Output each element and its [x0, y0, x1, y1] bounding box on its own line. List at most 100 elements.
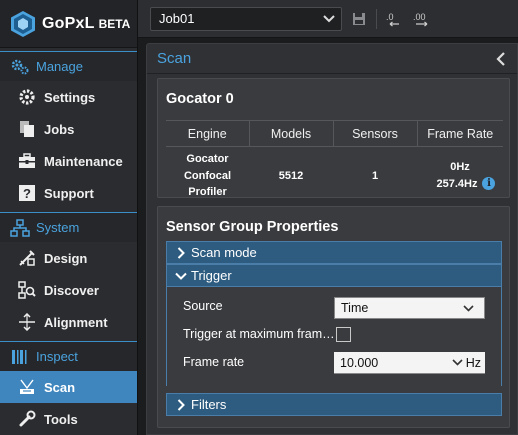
frame-rate-label: Frame rate — [183, 355, 245, 369]
inspect-icon — [10, 348, 30, 366]
sidebar-item-label: Design — [44, 250, 88, 266]
brand: GoPxL BETA — [0, 0, 137, 48]
topbar: Job01 .0 .00 — [138, 0, 518, 38]
discover-icon — [18, 281, 36, 299]
svg-text:?: ? — [23, 186, 31, 201]
accordion-trigger[interactable]: Trigger — [166, 264, 502, 287]
gears-icon — [10, 58, 30, 76]
max-frame-rate-label: Trigger at maximum fram… — [183, 327, 335, 341]
sidebar-item-discover[interactable]: Discover — [0, 274, 137, 306]
sidebar-item-label: Scan — [44, 379, 76, 395]
toolbox-icon — [18, 152, 36, 170]
sidebar-item-label: Alignment — [44, 314, 108, 330]
models-cell: 5512 — [278, 169, 304, 182]
wrench-icon — [18, 410, 36, 428]
column-header: Engine — [166, 120, 249, 147]
sidebar-item-maintenance[interactable]: Maintenance — [0, 145, 137, 177]
frame-rate-cell: 0Hz 257.4Hz i — [417, 147, 503, 205]
sidebar-item-design[interactable]: Design — [0, 242, 137, 274]
device-table: Engine Models Sensors Frame Rate Gocator… — [166, 120, 503, 205]
help-icon: ? — [18, 184, 36, 202]
frame-rate-unit: Hz — [465, 355, 481, 370]
chevron-right-icon — [175, 398, 187, 411]
sidebar-item-scan[interactable]: Scan — [0, 371, 137, 403]
frame-rate-value: 10.000 — [340, 355, 379, 370]
frame-rate-input[interactable]: 10.000 Hz — [334, 352, 485, 374]
scan-icon — [18, 378, 36, 396]
sidebar-item-label: Jobs — [44, 121, 75, 137]
column-header: Frame Rate — [416, 120, 503, 147]
device-table-header: Engine Models Sensors Frame Rate — [166, 120, 503, 147]
sidebar-item-label: Settings — [44, 89, 96, 105]
section-system[interactable]: System — [0, 212, 137, 242]
documents-icon — [18, 120, 36, 138]
gopxl-logo-icon — [11, 10, 35, 37]
max-frame-rate-checkbox[interactable] — [336, 327, 351, 342]
section-manage[interactable]: Manage — [0, 51, 137, 81]
save-icon[interactable] — [348, 8, 370, 30]
sidebar-item-settings[interactable]: Settings — [0, 81, 137, 113]
trigger-section-body: Source Time Trigger at maximum fram… Fra… — [166, 287, 502, 386]
info-icon[interactable]: i — [482, 177, 496, 191]
decimal-decrease-icon[interactable]: .0 — [383, 8, 405, 30]
section-label: Inspect — [36, 349, 78, 364]
accordion-filters[interactable]: Filters — [166, 393, 502, 416]
sidebar-item-tools[interactable]: Tools — [0, 403, 137, 435]
device-row[interactable]: Gocator Confocal Profiler 5512 1 0Hz 257… — [166, 147, 503, 205]
engine-cell: Gocator Confocal Profiler — [166, 147, 249, 205]
frame-rate-unit-select[interactable]: Hz — [452, 356, 481, 370]
sensor-group-card: Sensor Group Properties Scan mode Trigge… — [157, 206, 510, 428]
svg-text:.00: .00 — [413, 12, 426, 22]
column-header: Sensors — [332, 120, 417, 147]
sensor-group-title: Sensor Group Properties — [166, 219, 339, 235]
section-inspect[interactable]: Inspect — [0, 341, 137, 371]
sidebar-item-label: Maintenance — [44, 153, 123, 169]
accordion-scan-mode[interactable]: Scan mode — [166, 241, 502, 264]
brand-name: GoPxL — [42, 14, 95, 32]
scan-panel: Scan Gocator 0 Engine Models Sensors Fra… — [146, 43, 518, 435]
engine-line: Profiler — [188, 186, 227, 198]
chevron-down-icon — [323, 14, 335, 22]
chevron-right-icon — [175, 246, 187, 259]
section-label: Manage — [36, 59, 83, 74]
gear-icon — [18, 88, 36, 106]
sidebar-item-alignment[interactable]: Alignment — [0, 306, 137, 338]
sidebar-item-support[interactable]: ? Support — [0, 177, 137, 209]
accordion-label: Filters — [191, 397, 227, 412]
sensors-cell: 1 — [371, 169, 379, 182]
source-select[interactable]: Time — [334, 297, 485, 319]
job-select[interactable]: Job01 — [150, 6, 342, 31]
chevron-down-icon — [452, 359, 463, 366]
section-label: System — [36, 220, 80, 235]
svg-text:.0: .0 — [386, 12, 394, 22]
sidebar-item-jobs[interactable]: Jobs — [0, 113, 137, 145]
sidebar-item-label: Tools — [44, 411, 78, 427]
engine-line: Gocator — [186, 153, 229, 165]
job-select-value: Job01 — [159, 11, 195, 26]
toolbar-divider — [376, 8, 377, 29]
device-title: Gocator 0 — [166, 91, 234, 107]
accordion-label: Trigger — [191, 268, 232, 283]
engine-line: Confocal — [183, 169, 232, 182]
accordion-label: Scan mode — [191, 245, 257, 260]
device-card: Gocator 0 Engine Models Sensors Frame Ra… — [157, 78, 510, 198]
chevron-down-icon — [175, 270, 187, 282]
frame-rate-max: 257.4Hz — [436, 177, 478, 190]
scan-panel-title: Scan — [157, 50, 192, 67]
chevron-left-icon — [496, 51, 505, 66]
decimal-increase-icon[interactable]: .00 — [411, 8, 433, 30]
network-icon — [10, 218, 30, 237]
source-select-value: Time — [341, 301, 369, 315]
brand-badge: BETA — [98, 16, 131, 31]
design-icon — [18, 249, 36, 267]
sidebar-item-label: Discover — [44, 282, 99, 298]
sidebar-item-label: Support — [44, 185, 94, 201]
chevron-down-icon — [463, 304, 474, 312]
collapse-panel-button[interactable] — [493, 51, 509, 67]
source-label: Source — [183, 299, 223, 313]
column-header: Models — [248, 120, 333, 147]
scan-panel-header: Scan — [147, 44, 517, 74]
frame-rate-current: 0Hz — [450, 161, 470, 174]
sidebar: GoPxL BETA Manage Settings Jobs Maintena… — [0, 0, 138, 435]
frame-rate-max-row: 257.4Hz i — [417, 176, 503, 193]
